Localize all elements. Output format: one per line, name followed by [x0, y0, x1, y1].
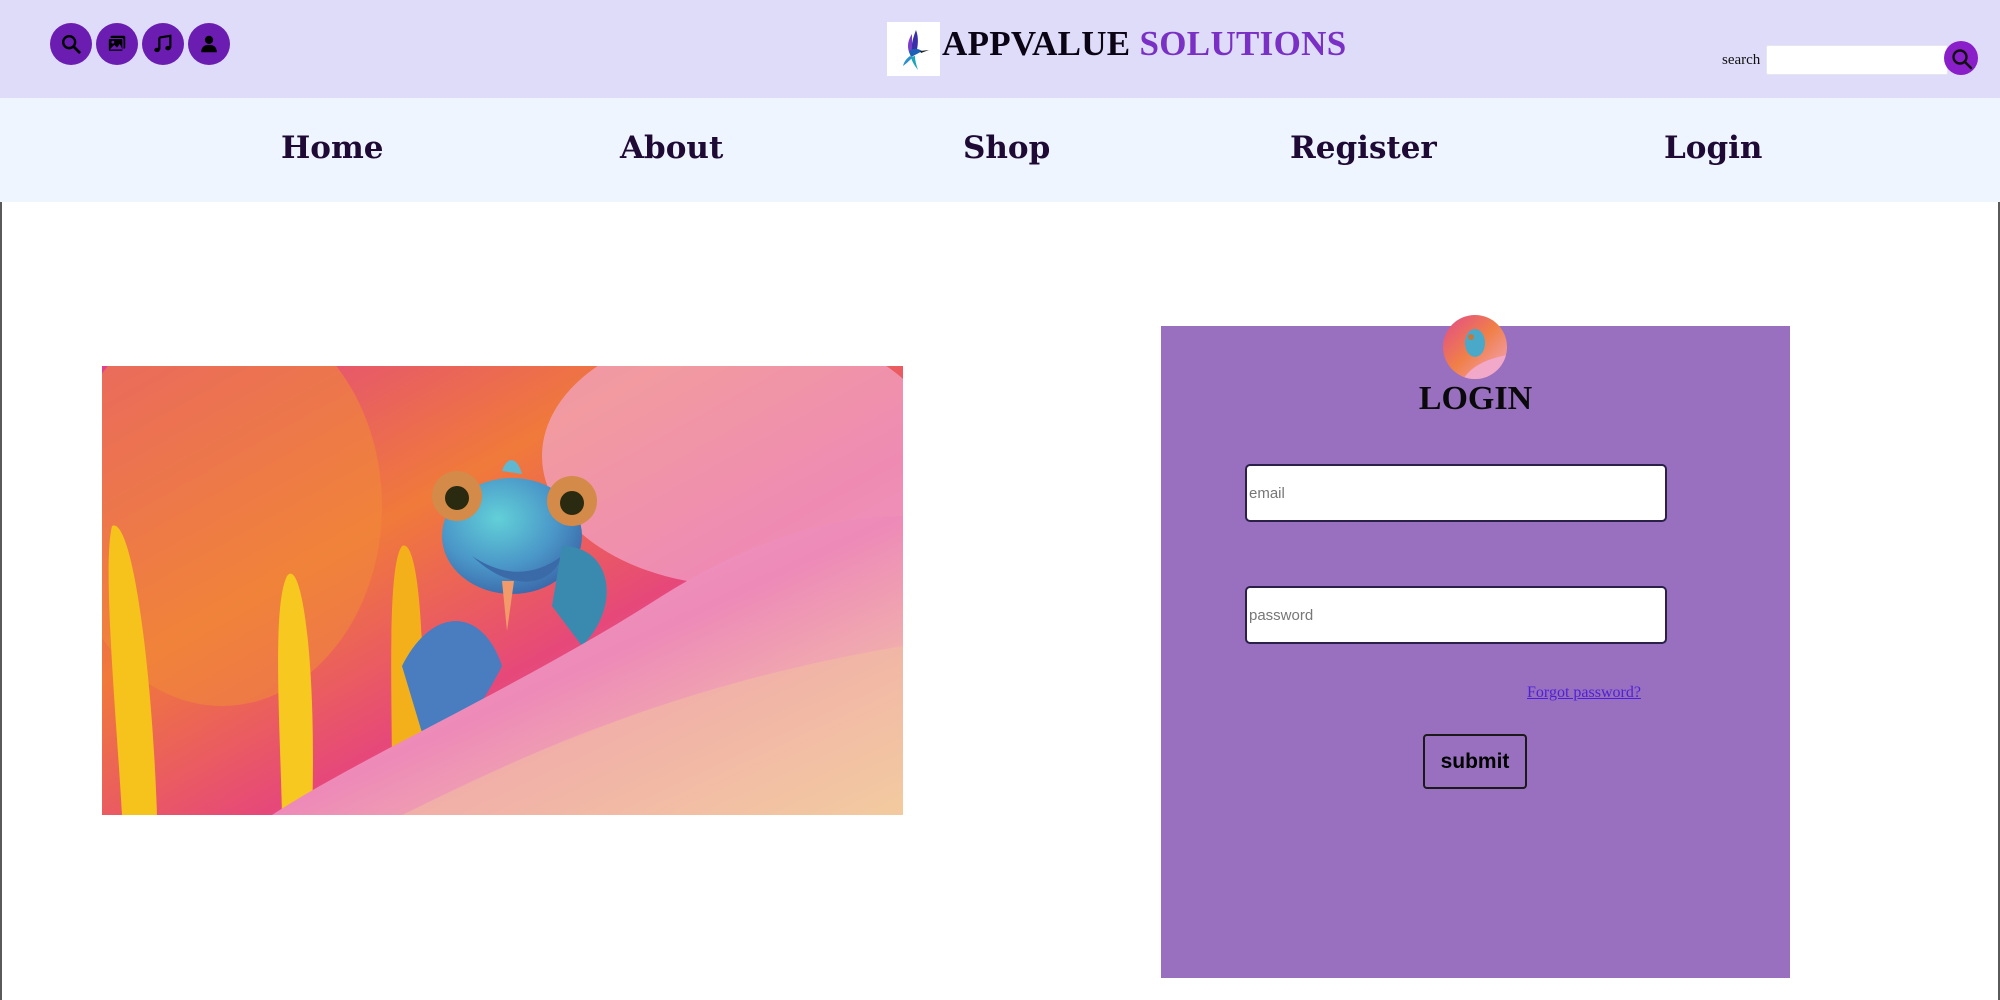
nav-item-home[interactable]: Home	[281, 130, 384, 166]
search-icon-glyph	[62, 35, 81, 54]
submit-button[interactable]: submit	[1423, 734, 1527, 789]
brand-name-part1: APPVALUE	[942, 24, 1131, 63]
search-input[interactable]	[1766, 45, 1949, 75]
login-panel: LOGIN Forgot password? submit	[1161, 315, 1790, 978]
music-icon[interactable]	[142, 23, 184, 65]
brand: APPVALUE SOLUTIONS	[887, 22, 1346, 76]
hummingbird-logo-icon	[902, 30, 929, 70]
brand-logo	[887, 22, 940, 76]
main-nav: Home About Shop Register Login	[0, 98, 2000, 202]
search-area: search	[1722, 41, 1978, 75]
user-icon[interactable]	[188, 23, 230, 65]
login-title: LOGIN	[1418, 380, 1533, 417]
nav-item-about[interactable]: About	[620, 130, 723, 166]
forgot-password-link[interactable]: Forgot password?	[1527, 684, 1641, 702]
hero-image-chameleon	[102, 366, 903, 815]
nav-item-register[interactable]: Register	[1290, 130, 1437, 166]
search-submit-button[interactable]	[1944, 41, 1978, 75]
header-icon-buttons	[50, 23, 230, 65]
search-icon	[1952, 49, 1973, 70]
email-field[interactable]	[1245, 464, 1667, 522]
image-icon[interactable]	[96, 23, 138, 65]
nav-item-login[interactable]: Login	[1664, 130, 1762, 166]
search-icon[interactable]	[50, 23, 92, 65]
brand-name-part2: SOLUTIONS	[1139, 24, 1347, 63]
nav-item-shop[interactable]: Shop	[963, 130, 1050, 166]
brand-name: APPVALUE SOLUTIONS	[942, 24, 1346, 64]
password-field[interactable]	[1245, 586, 1667, 644]
chameleon-on-flower-image	[102, 366, 903, 815]
music-icon-glyph	[154, 34, 172, 53]
image-icon-glyph	[107, 35, 126, 52]
login-avatar	[1443, 315, 1507, 379]
search-label: search	[1722, 51, 1761, 68]
chameleon-avatar-image	[1443, 315, 1507, 379]
user-icon-glyph	[201, 35, 217, 53]
top-header: APPVALUE SOLUTIONS search	[0, 0, 2000, 98]
